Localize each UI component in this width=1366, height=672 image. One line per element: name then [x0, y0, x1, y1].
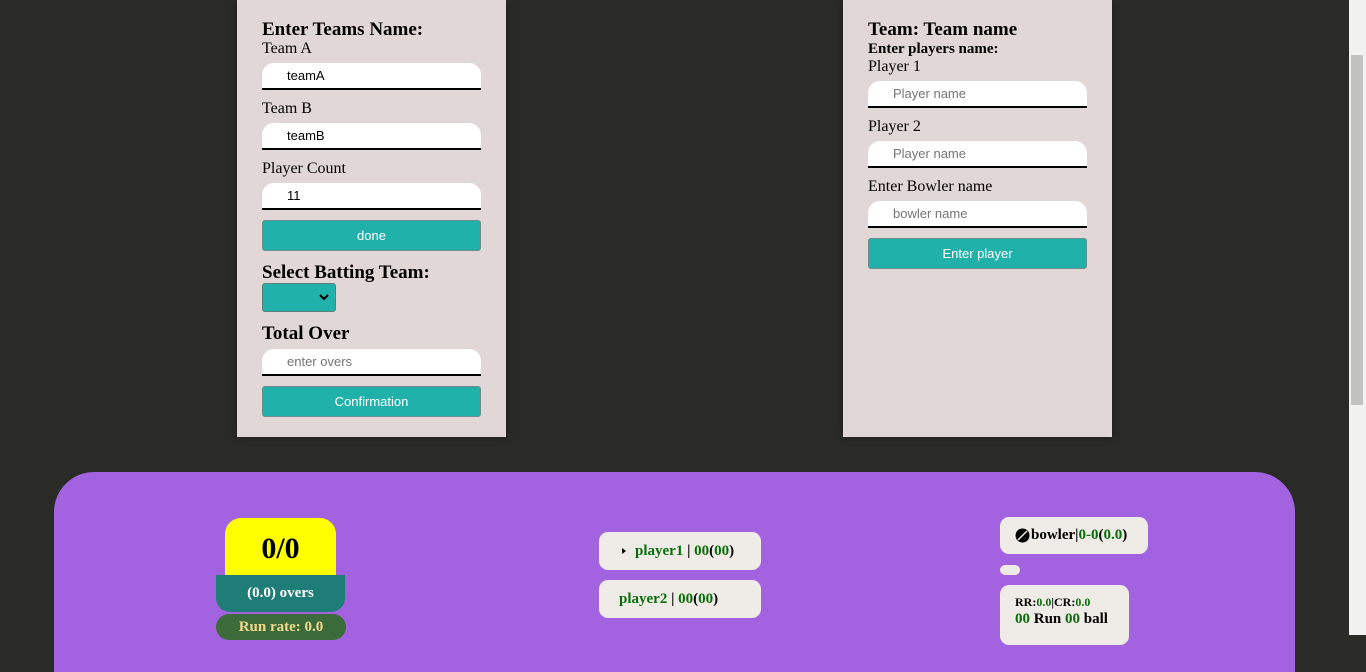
player-count-label: Player Count: [262, 160, 346, 177]
non-striker-balls: 00: [698, 590, 714, 607]
striker-name: player1: [635, 542, 684, 559]
need-runs: 00: [1015, 611, 1030, 627]
bowler-card: bowler | 0-0(0.0): [1000, 517, 1148, 554]
confirmation-button[interactable]: Confirmation: [262, 386, 481, 417]
total-over-heading: Total Over: [262, 323, 350, 344]
striker-card: player1 | 00(00): [599, 532, 761, 570]
bowler-input[interactable]: bowler name: [868, 201, 1087, 228]
bowler-overs: 0.0: [1103, 527, 1123, 543]
rr-value: 0.0: [1036, 595, 1052, 609]
ball-track: [1000, 565, 1020, 575]
chevron-down-icon: [319, 294, 329, 301]
non-striker-name: player2: [619, 590, 668, 607]
batting-team-select[interactable]: [262, 283, 336, 312]
team-b-input[interactable]: teamB: [262, 123, 481, 150]
done-button[interactable]: done: [262, 220, 481, 251]
overs-display: (0.0) overs: [216, 575, 345, 612]
striker-indicator-icon: [622, 548, 626, 554]
run-rate-display: Run rate: 0.0: [216, 614, 346, 640]
player2-input[interactable]: Player name: [868, 141, 1087, 168]
player-entry-panel: Team: Team name Enter players name: Play…: [843, 0, 1112, 437]
player1-input[interactable]: Player name: [868, 81, 1087, 108]
score-display: 0/0: [225, 518, 336, 580]
striker-separator: |: [683, 542, 695, 559]
player1-label: Player 1: [868, 58, 921, 75]
scrollbar-thumb[interactable]: [1351, 55, 1363, 405]
cricket-ball-icon: [1015, 528, 1030, 543]
rate-stats-card: RR:0.0|CR:0.0 00 Run 00 ball: [1000, 585, 1129, 645]
team-b-label: Team B: [262, 100, 312, 117]
vertical-scrollbar[interactable]: [1349, 0, 1366, 635]
bowler-figures: 0-0: [1078, 527, 1099, 543]
cr-value: 0.0: [1075, 595, 1091, 609]
teams-heading: Enter Teams Name:: [262, 19, 424, 40]
non-striker-separator: |: [667, 590, 679, 607]
bowler-label: Enter Bowler name: [868, 178, 993, 195]
team-setup-panel: Enter Teams Name: Team A teamA Team B te…: [237, 0, 506, 437]
team-a-input[interactable]: teamA: [262, 63, 481, 90]
team-a-label: Team A: [262, 40, 312, 57]
players-heading: Enter players name:: [868, 41, 999, 57]
player-count-input[interactable]: 11: [262, 183, 481, 210]
non-striker-runs: 00: [678, 590, 694, 607]
need-balls: 00: [1065, 611, 1081, 627]
overs-input[interactable]: enter overs: [262, 349, 481, 376]
enter-player-button[interactable]: Enter player: [868, 238, 1087, 269]
run-word: Run: [1033, 611, 1062, 627]
team-heading: Team: Team name: [868, 19, 1018, 40]
ball-word: ball: [1083, 611, 1108, 627]
rr-label: RR:: [1015, 595, 1037, 609]
cr-label: CR:: [1053, 595, 1076, 609]
player2-label: Player 2: [868, 118, 921, 135]
bowler-name: bowler: [1031, 527, 1076, 543]
non-striker-card: player2 | 00(00): [599, 580, 761, 618]
striker-balls: 00: [714, 542, 730, 559]
batting-team-heading: Select Batting Team:: [262, 262, 430, 283]
striker-runs: 00: [694, 542, 710, 559]
